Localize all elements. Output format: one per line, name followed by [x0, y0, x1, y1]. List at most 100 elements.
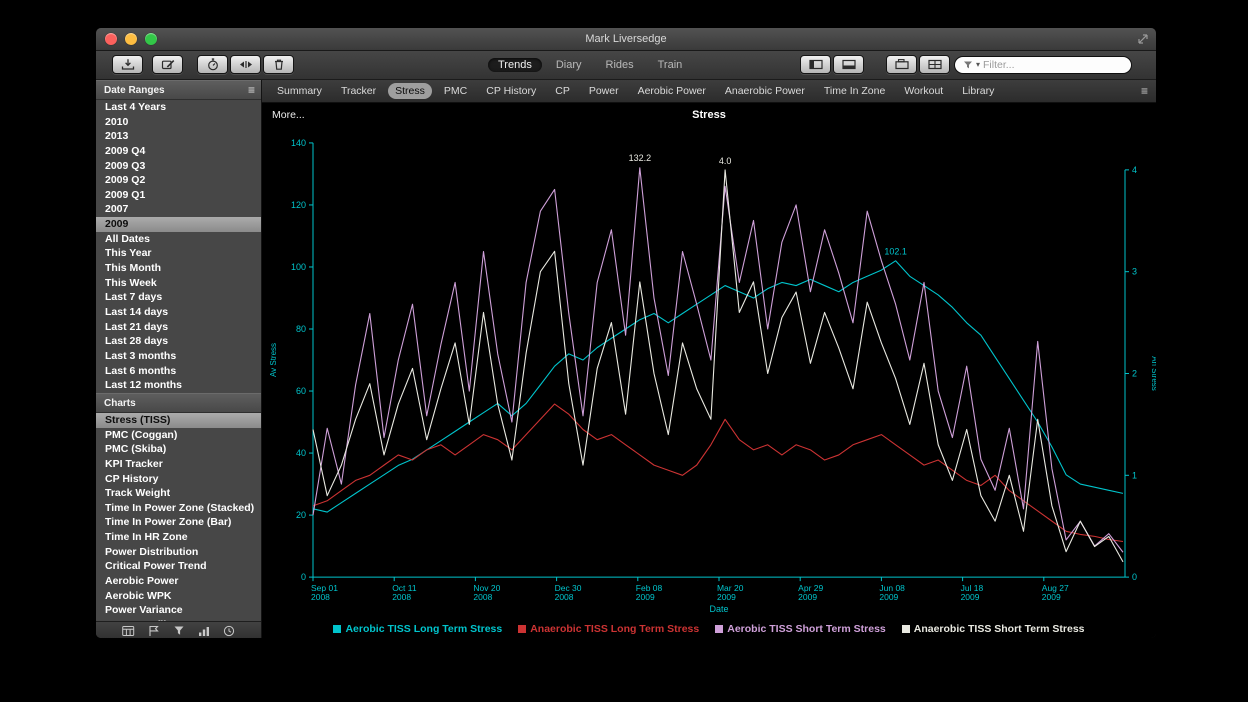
- date-range-2013[interactable]: 2013: [96, 129, 261, 144]
- y-right-tick-label: 4: [1132, 165, 1137, 175]
- filters-sidebar-button[interactable]: [173, 625, 185, 637]
- intervals-button[interactable]: [230, 55, 261, 74]
- calendar-sidebar-button[interactable]: [122, 625, 135, 637]
- chart-item-critical-power-trend[interactable]: Critical Power Trend: [96, 559, 261, 574]
- minimize-button[interactable]: [125, 33, 137, 45]
- date-range-2009-q2[interactable]: 2009 Q2: [96, 173, 261, 188]
- view-switch-diary[interactable]: Diary: [546, 58, 592, 72]
- date-range-last-7-days[interactable]: Last 7 days: [96, 290, 261, 305]
- date-range-all-dates[interactable]: All Dates: [96, 232, 261, 247]
- title-bar[interactable]: Mark Liversedge: [96, 28, 1156, 51]
- x-tick-label-year: 2009: [879, 592, 898, 602]
- sidebar-toggle-button[interactable]: [800, 55, 831, 74]
- chart-item-cp-history[interactable]: CP History: [96, 472, 261, 487]
- tab-library[interactable]: Library: [955, 83, 1001, 99]
- date-range-last-4-years[interactable]: Last 4 Years: [96, 100, 261, 115]
- chart-item-kpi-tracker[interactable]: KPI Tracker: [96, 457, 261, 472]
- tabbed-view-button[interactable]: [886, 55, 917, 74]
- compose-icon: [160, 58, 176, 71]
- date-range-2010[interactable]: 2010: [96, 115, 261, 130]
- date-range-this-week[interactable]: This Week: [96, 276, 261, 291]
- close-button[interactable]: [105, 33, 117, 45]
- tab-summary[interactable]: Summary: [270, 83, 329, 99]
- x-tick-label-year: 2009: [961, 592, 980, 602]
- date-ranges-header-label: Date Ranges: [104, 85, 165, 96]
- tab-anaerobic-power[interactable]: Anaerobic Power: [718, 83, 812, 99]
- charts-sidebar-button[interactable]: [198, 625, 210, 637]
- date-range-last-28-days[interactable]: Last 28 days: [96, 334, 261, 349]
- date-range-this-month[interactable]: This Month: [96, 261, 261, 276]
- date-range-2007[interactable]: 2007: [96, 202, 261, 217]
- charts-list: Stress (TISS)PMC (Coggan)PMC (Skiba)KPI …: [96, 413, 261, 638]
- legend-item-anaerobic-tiss-long-term-stress: Anaerobic TISS Long Term Stress: [518, 623, 699, 635]
- x-axis-title: Date: [709, 604, 728, 614]
- tab-tracker[interactable]: Tracker: [334, 83, 383, 99]
- lowbar-toggle-button[interactable]: [833, 55, 864, 74]
- legend-swatch: [902, 625, 910, 633]
- date-range-last-6-months[interactable]: Last 6 months: [96, 364, 261, 379]
- tab-pmc[interactable]: PMC: [437, 83, 474, 99]
- date-range-2009-q1[interactable]: 2009 Q1: [96, 188, 261, 203]
- workouts-sidebar-button[interactable]: [223, 625, 235, 637]
- legend-swatch: [715, 625, 723, 633]
- x-tick-label-year: 2008: [473, 592, 492, 602]
- chart-item-track-weight[interactable]: Track Weight: [96, 486, 261, 501]
- filter-dropdown-arrow[interactable]: ▾: [976, 61, 980, 69]
- date-range-2009-q3[interactable]: 2009 Q3: [96, 159, 261, 174]
- y-left-tick-label: 80: [296, 324, 306, 334]
- trash-button[interactable]: [263, 55, 294, 74]
- trash-icon: [271, 58, 287, 71]
- date-range-2009[interactable]: 2009: [96, 217, 261, 232]
- chart-item-time-in-power-zone-bar[interactable]: Time In Power Zone (Bar): [96, 515, 261, 530]
- intervals-sidebar-button[interactable]: [148, 625, 160, 637]
- chart-item-power-distribution[interactable]: Power Distribution: [96, 545, 261, 560]
- y-right-axis-title: An Stress: [1150, 356, 1156, 391]
- fullscreen-icon[interactable]: [1137, 33, 1149, 45]
- stress-chart[interactable]: 02040608010012014001234Sep 012008Oct 112…: [262, 103, 1156, 638]
- export-button[interactable]: [112, 55, 143, 74]
- chart-item-aerobic-wpk[interactable]: Aerobic WPK: [96, 589, 261, 604]
- y-left-tick-label: 60: [296, 386, 306, 396]
- view-switch-train[interactable]: Train: [648, 58, 693, 72]
- date-range-last-3-months[interactable]: Last 3 months: [96, 349, 261, 364]
- y-left-tick-label: 100: [291, 262, 306, 272]
- filter-field[interactable]: ▾ Filter...: [954, 56, 1132, 74]
- chart-item-aerobic-power[interactable]: Aerobic Power: [96, 574, 261, 589]
- chart-item-time-in-hr-zone[interactable]: Time In HR Zone: [96, 530, 261, 545]
- tab-workout[interactable]: Workout: [897, 83, 950, 99]
- legend-swatch: [518, 625, 526, 633]
- filter-funnel-icon[interactable]: [963, 60, 973, 70]
- chart-item-pmc-coggan[interactable]: PMC (Coggan): [96, 428, 261, 443]
- peak-annotation: 4.0: [719, 156, 732, 166]
- tab-power[interactable]: Power: [582, 83, 626, 99]
- tab-stress[interactable]: Stress: [388, 83, 432, 99]
- date-range-last-12-months[interactable]: Last 12 months: [96, 378, 261, 393]
- chart-menu-icon[interactable]: ≡: [1141, 85, 1148, 97]
- tab-cp-history[interactable]: CP History: [479, 83, 543, 99]
- intervals-icon: [238, 58, 254, 71]
- date-range-2009-q4[interactable]: 2009 Q4: [96, 144, 261, 159]
- chart-item-stress-tiss[interactable]: Stress (TISS): [96, 413, 261, 428]
- date-range-this-year[interactable]: This Year: [96, 246, 261, 261]
- tab-time-in-zone[interactable]: Time In Zone: [817, 83, 892, 99]
- y-left-tick-label: 20: [296, 510, 306, 520]
- chart-item-pmc-skiba[interactable]: PMC (Skiba): [96, 442, 261, 457]
- compose-button[interactable]: [152, 55, 183, 74]
- filter-input[interactable]: Filter...: [983, 59, 1015, 71]
- zoom-button[interactable]: [145, 33, 157, 45]
- date-range-last-14-days[interactable]: Last 14 days: [96, 305, 261, 320]
- clock-icon: [223, 625, 235, 637]
- x-tick-label-year: 2009: [717, 592, 736, 602]
- date-range-last-21-days[interactable]: Last 21 days: [96, 320, 261, 335]
- tiled-view-icon: [927, 58, 943, 71]
- export-tray-icon: [120, 58, 136, 71]
- tiled-view-button[interactable]: [919, 55, 950, 74]
- chart-item-power-variance[interactable]: Power Variance: [96, 603, 261, 618]
- view-switch-rides[interactable]: Rides: [596, 58, 644, 72]
- date-ranges-menu-icon[interactable]: ≡: [248, 84, 255, 96]
- view-switch-trends[interactable]: Trends: [488, 58, 542, 72]
- stopwatch-button[interactable]: [197, 55, 228, 74]
- tab-aerobic-power[interactable]: Aerobic Power: [631, 83, 713, 99]
- chart-item-time-in-power-zone-stacked[interactable]: Time In Power Zone (Stacked): [96, 501, 261, 516]
- tab-cp[interactable]: CP: [548, 83, 577, 99]
